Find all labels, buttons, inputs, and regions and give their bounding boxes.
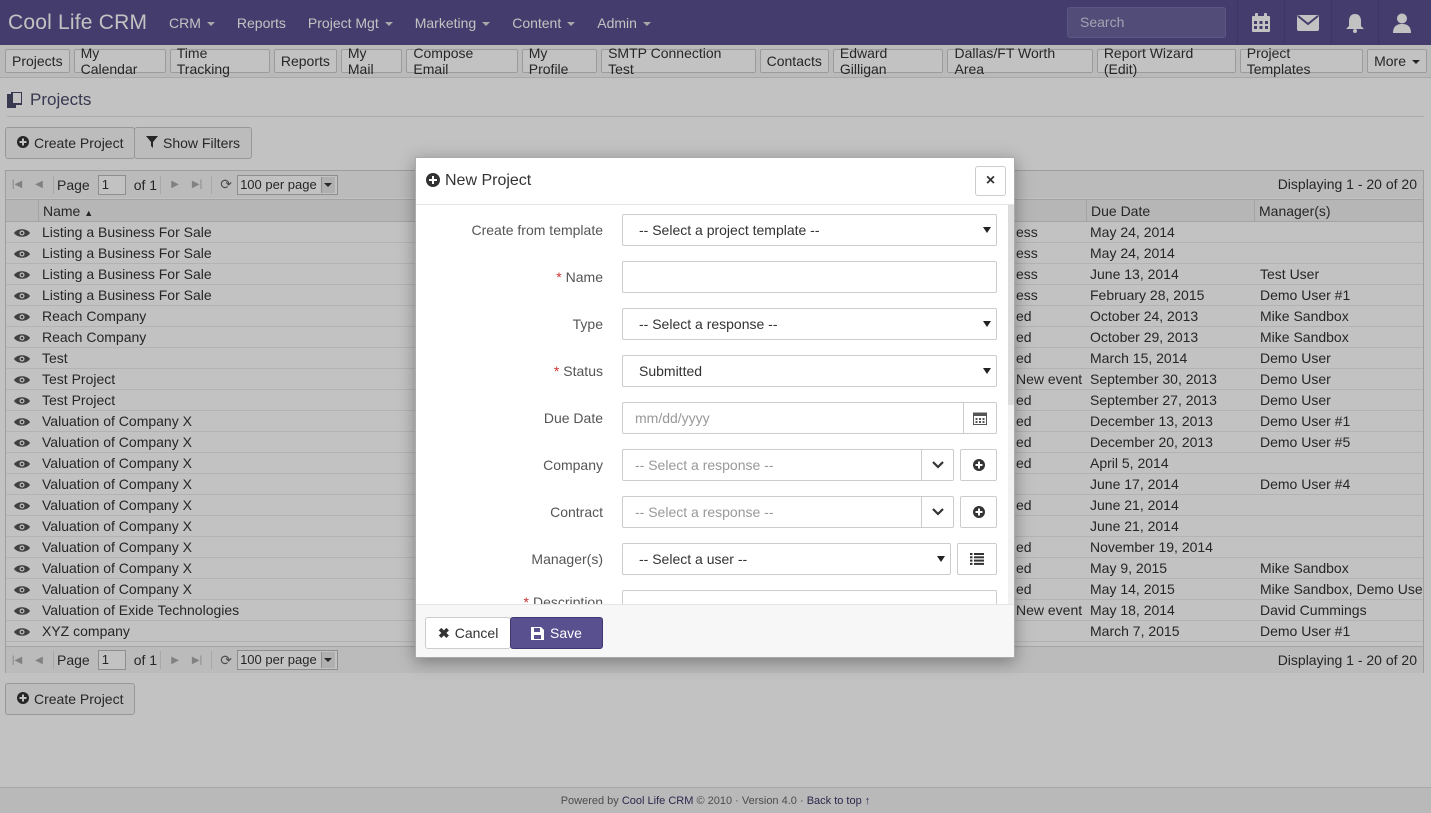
status-value: Submitted bbox=[639, 363, 703, 379]
modal-header: New Project × bbox=[416, 158, 1014, 205]
field-template: Create from template -- Select a project… bbox=[416, 214, 1006, 248]
modal-footer: ✖ Cancel Save bbox=[416, 604, 1014, 657]
close-icon: ✖ bbox=[438, 624, 450, 641]
field-due-date: Due Date mm/dd/yyyy bbox=[416, 402, 1006, 436]
add-contract-button[interactable] bbox=[960, 496, 997, 528]
list-icon bbox=[970, 553, 984, 565]
name-label: * Name bbox=[416, 261, 603, 293]
cancel-button[interactable]: ✖ Cancel bbox=[425, 617, 512, 649]
contract-input[interactable]: -- Select a response -- bbox=[622, 496, 922, 528]
field-type: Type -- Select a response -- bbox=[416, 308, 1006, 342]
name-input[interactable] bbox=[622, 261, 997, 293]
plus-circle-icon bbox=[972, 459, 985, 471]
name-label-text: Name bbox=[565, 269, 603, 285]
field-status: * Status Submitted bbox=[416, 355, 1006, 389]
status-select[interactable]: Submitted bbox=[622, 355, 997, 387]
template-select[interactable]: -- Select a project template -- bbox=[622, 214, 997, 246]
floppy-disk-icon bbox=[531, 626, 544, 640]
cancel-label: Cancel bbox=[454, 625, 499, 641]
plus-circle-icon bbox=[426, 172, 440, 190]
scrollbar-thumb[interactable] bbox=[1008, 205, 1014, 405]
type-value: -- Select a response -- bbox=[639, 316, 778, 332]
field-description: * Description bbox=[416, 590, 1006, 604]
field-managers: Manager(s) -- Select a user -- bbox=[416, 543, 1006, 577]
caret-down-icon bbox=[937, 556, 945, 562]
save-label: Save bbox=[550, 625, 582, 641]
required-marker: * bbox=[523, 594, 529, 604]
managers-value: -- Select a user -- bbox=[639, 551, 748, 567]
description-textarea[interactable] bbox=[622, 590, 997, 604]
save-button[interactable]: Save bbox=[510, 617, 603, 649]
managers-select[interactable]: -- Select a user -- bbox=[622, 543, 951, 575]
due-date-input[interactable]: mm/dd/yyyy bbox=[622, 402, 964, 434]
template-label: Create from template bbox=[471, 222, 604, 238]
field-contract: Contract -- Select a response -- bbox=[416, 496, 1006, 530]
description-label: * Description bbox=[416, 586, 603, 604]
calendar-picker-button[interactable] bbox=[963, 402, 997, 434]
caret-down-icon bbox=[983, 368, 991, 374]
chevron-down-icon bbox=[931, 508, 944, 516]
field-name: * Name bbox=[416, 261, 1006, 295]
required-marker: * bbox=[556, 269, 562, 285]
modal-body: Create from template -- Select a project… bbox=[416, 205, 1014, 604]
contract-dropdown-toggle[interactable] bbox=[921, 496, 954, 528]
chevron-down-icon bbox=[931, 461, 944, 469]
caret-down-icon bbox=[983, 227, 991, 233]
type-label: Type bbox=[572, 316, 603, 332]
modal-title: New Project bbox=[445, 172, 532, 189]
status-label: * Status bbox=[416, 355, 603, 387]
required-marker: * bbox=[553, 363, 560, 379]
company-input[interactable]: -- Select a response -- bbox=[622, 449, 922, 481]
company-dropdown-toggle[interactable] bbox=[921, 449, 954, 481]
add-company-button[interactable] bbox=[960, 449, 997, 481]
caret-down-icon bbox=[983, 321, 991, 327]
plus-circle-icon bbox=[972, 506, 985, 518]
status-label-text: Status bbox=[563, 363, 603, 379]
new-project-modal: New Project × Create from template -- Se… bbox=[415, 157, 1015, 658]
close-button[interactable]: × bbox=[975, 166, 1006, 196]
template-value: -- Select a project template -- bbox=[639, 222, 820, 238]
managers-list-button[interactable] bbox=[957, 543, 997, 575]
modal-scrollbar[interactable] bbox=[1008, 205, 1014, 604]
type-select[interactable]: -- Select a response -- bbox=[622, 308, 997, 340]
contract-label: Contract bbox=[550, 504, 603, 520]
company-label: Company bbox=[543, 457, 603, 473]
calendar-icon bbox=[973, 412, 987, 425]
description-label-text: Description bbox=[532, 594, 603, 604]
field-company: Company -- Select a response -- bbox=[416, 449, 1006, 483]
managers-label: Manager(s) bbox=[531, 551, 603, 567]
due-date-label: Due Date bbox=[543, 410, 603, 426]
